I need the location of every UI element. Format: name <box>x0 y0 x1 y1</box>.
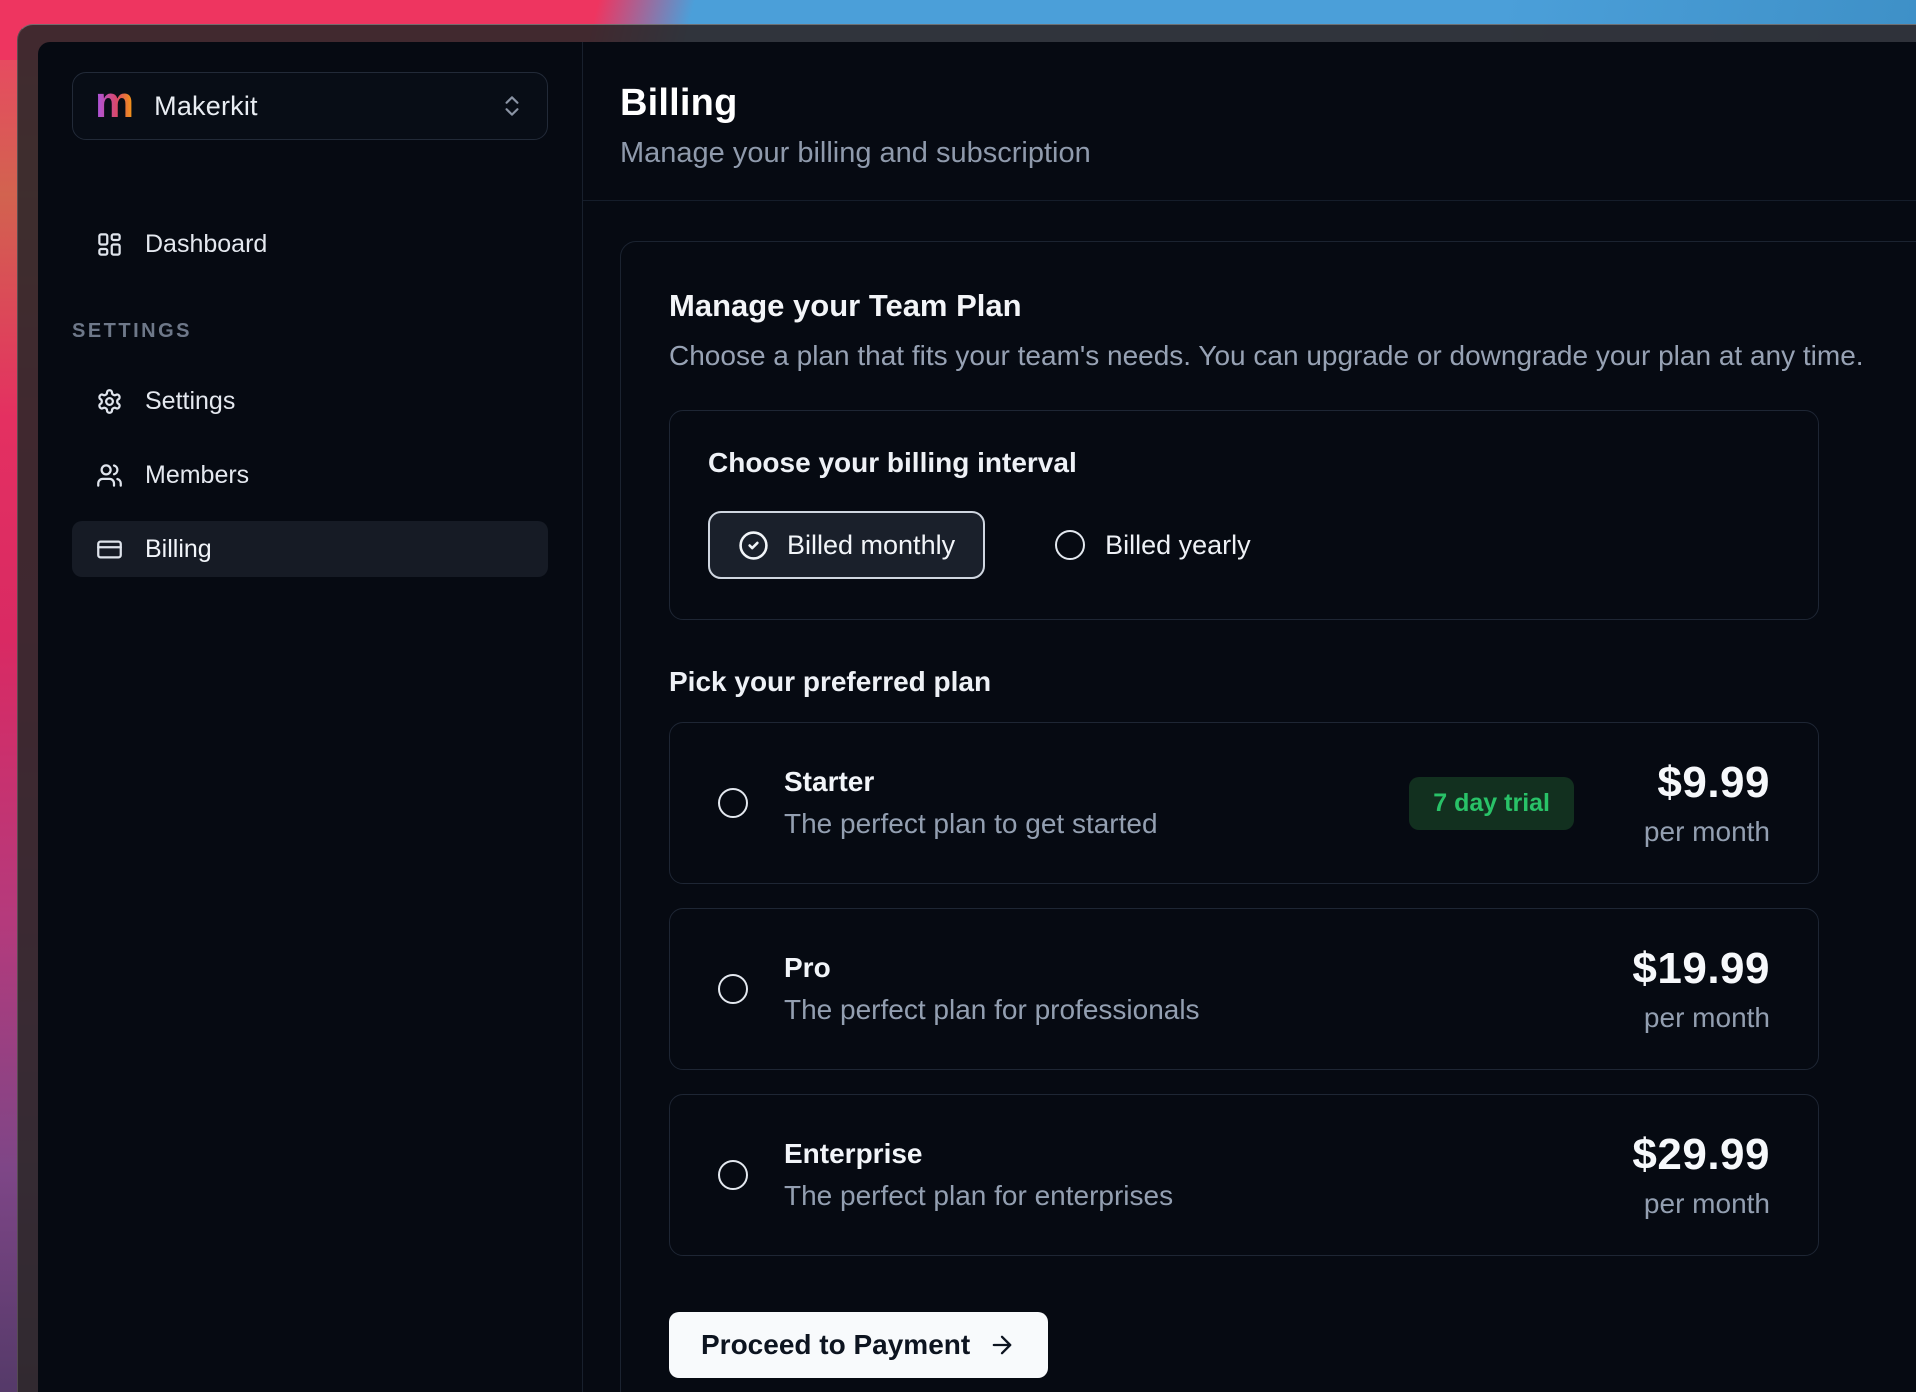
plan-row-starter[interactable]: Starter The perfect plan to get started … <box>669 722 1819 884</box>
sidebar: m Makerkit Dashboard SETTINGS <box>38 42 583 1392</box>
billed-monthly-label: Billed monthly <box>787 530 955 561</box>
main-area: Billing Manage your billing and subscrip… <box>583 42 1916 1392</box>
page-subtitle: Manage your billing and subscription <box>620 137 1916 170</box>
app-window: m Makerkit Dashboard SETTINGS <box>17 24 1916 1392</box>
billed-monthly-option[interactable]: Billed monthly <box>708 511 985 579</box>
sidebar-item-label: Billing <box>145 535 212 564</box>
plan-info: Enterprise The perfect plan for enterpri… <box>784 1138 1173 1212</box>
price-block: $9.99 per month <box>1630 758 1770 848</box>
plan-price: $9.99 <box>1630 758 1770 808</box>
billed-yearly-option[interactable]: Billed yearly <box>1055 530 1251 561</box>
plan-period: per month <box>1630 1188 1770 1220</box>
plan-right: $29.99 per month <box>1630 1130 1770 1220</box>
circle-icon <box>1055 530 1085 560</box>
makerkit-logo-icon: m <box>95 81 134 125</box>
plan-info: Starter The perfect plan to get started <box>784 766 1158 840</box>
trial-badge: 7 day trial <box>1409 777 1574 830</box>
workspace-name: Makerkit <box>154 91 258 122</box>
plan-price: $19.99 <box>1630 944 1770 994</box>
sidebar-nav: Dashboard SETTINGS Settings Members <box>72 216 548 577</box>
app-surface: m Makerkit Dashboard SETTINGS <box>38 42 1916 1392</box>
sidebar-item-dashboard[interactable]: Dashboard <box>72 216 548 272</box>
billing-interval-options: Billed monthly Billed yearly <box>708 511 1780 579</box>
gear-icon <box>96 388 123 415</box>
plan-description: The perfect plan for enterprises <box>784 1180 1173 1212</box>
page-title: Billing <box>620 82 1916 125</box>
cta-label: Proceed to Payment <box>701 1329 970 1361</box>
sidebar-item-label: Members <box>145 461 249 490</box>
arrow-right-icon <box>988 1331 1016 1359</box>
chevrons-up-down-icon <box>499 93 525 119</box>
circle-check-icon <box>738 530 769 561</box>
price-block: $19.99 per month <box>1630 944 1770 1034</box>
plan-period: per month <box>1630 1002 1770 1034</box>
plan-row-enterprise[interactable]: Enterprise The perfect plan for enterpri… <box>669 1094 1819 1256</box>
radio-icon[interactable] <box>718 788 748 818</box>
plan-description: The perfect plan to get started <box>784 808 1158 840</box>
plan-name: Pro <box>784 952 1200 984</box>
plan-description: The perfect plan for professionals <box>784 994 1200 1026</box>
dashboard-icon <box>96 231 123 258</box>
radio-icon[interactable] <box>718 974 748 1004</box>
billed-yearly-label: Billed yearly <box>1105 530 1251 561</box>
sidebar-item-billing[interactable]: Billing <box>72 521 548 577</box>
sidebar-section-label: SETTINGS <box>72 320 548 343</box>
workspace-selector[interactable]: m Makerkit <box>72 72 548 140</box>
card-title: Manage your Team Plan <box>669 288 1889 324</box>
billing-interval-box: Choose your billing interval Billed mont… <box>669 410 1819 620</box>
page-header: Billing Manage your billing and subscrip… <box>583 42 1916 201</box>
plan-period: per month <box>1630 816 1770 848</box>
plan-right: $19.99 per month <box>1630 944 1770 1034</box>
plans-label: Pick your preferred plan <box>669 666 1889 698</box>
sidebar-item-label: Dashboard <box>145 230 267 259</box>
plan-name: Enterprise <box>784 1138 1173 1170</box>
billing-interval-label: Choose your billing interval <box>708 447 1780 479</box>
sidebar-item-label: Settings <box>145 387 235 416</box>
plan-price: $29.99 <box>1630 1130 1770 1180</box>
radio-icon[interactable] <box>718 1160 748 1190</box>
credit-card-icon <box>96 536 123 563</box>
team-plan-card: Manage your Team Plan Choose a plan that… <box>620 241 1916 1392</box>
plan-info: Pro The perfect plan for professionals <box>784 952 1200 1026</box>
sidebar-item-members[interactable]: Members <box>72 447 548 503</box>
plan-row-pro[interactable]: Pro The perfect plan for professionals $… <box>669 908 1819 1070</box>
plan-right: 7 day trial $9.99 per month <box>1409 758 1770 848</box>
page-content: Manage your Team Plan Choose a plan that… <box>583 201 1916 1392</box>
plan-name: Starter <box>784 766 1158 798</box>
card-description: Choose a plan that fits your team's need… <box>669 340 1889 372</box>
proceed-to-payment-button[interactable]: Proceed to Payment <box>669 1312 1048 1378</box>
price-block: $29.99 per month <box>1630 1130 1770 1220</box>
sidebar-item-settings[interactable]: Settings <box>72 373 548 429</box>
users-icon <box>96 462 123 489</box>
